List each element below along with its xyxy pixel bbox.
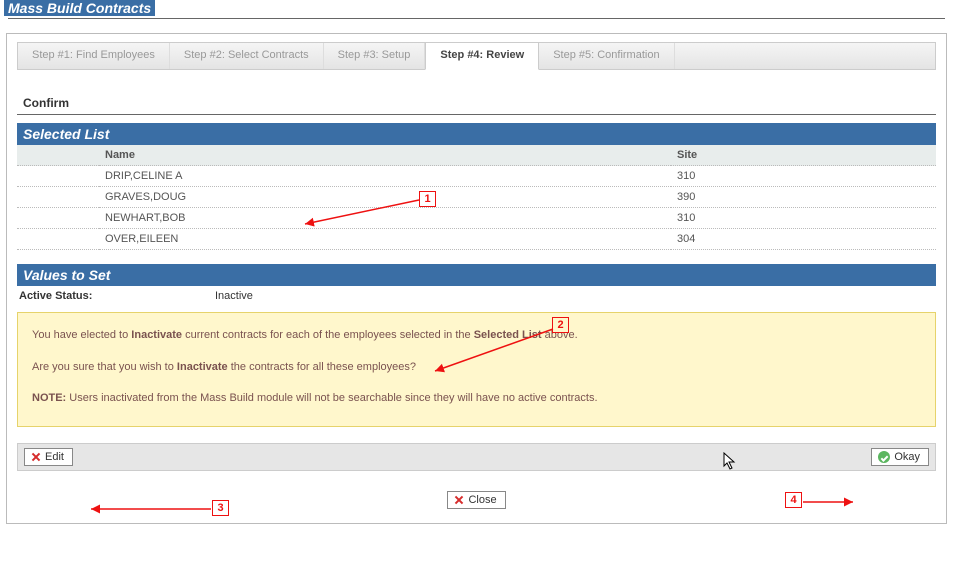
okay-button-label: Okay: [894, 451, 920, 463]
edit-button-label: Edit: [45, 451, 64, 463]
page-title: Mass Build Contracts: [4, 0, 155, 16]
edit-button[interactable]: Edit: [24, 448, 73, 466]
x-icon: [454, 495, 464, 505]
table-row: OVER,EILEEN 304: [17, 229, 936, 250]
cell-name: NEWHART,BOB: [99, 208, 671, 229]
tab-step3[interactable]: Step #3: Setup: [324, 43, 426, 69]
col-name: Name: [99, 145, 671, 166]
tab-step5[interactable]: Step #5: Confirmation: [539, 43, 674, 69]
close-bar: Close: [17, 491, 936, 509]
values-header: Values to Set: [17, 264, 936, 286]
warning-box: You have elected to Inactivate current c…: [17, 312, 936, 427]
cell-name: GRAVES,DOUG: [99, 187, 671, 208]
col-spacer: [17, 145, 99, 166]
active-status-row: Active Status: Inactive: [17, 290, 936, 302]
cell-site: 310: [671, 166, 936, 187]
confirm-heading: Confirm: [23, 96, 936, 110]
check-icon: [878, 451, 890, 463]
warning-line2: Are you sure that you wish to Inactivate…: [32, 359, 921, 377]
close-button[interactable]: Close: [447, 491, 505, 509]
wizard-tabs: Step #1: Find Employees Step #2: Select …: [17, 42, 936, 70]
warning-note: NOTE: Users inactivated from the Mass Bu…: [32, 390, 921, 408]
cell-name: OVER,EILEEN: [99, 229, 671, 250]
active-status-label: Active Status:: [17, 290, 215, 302]
table-row: GRAVES,DOUG 390: [17, 187, 936, 208]
okay-button[interactable]: Okay: [871, 448, 929, 466]
cell-site: 390: [671, 187, 936, 208]
selected-list-header: Selected List: [17, 123, 936, 145]
wizard-panel: Step #1: Find Employees Step #2: Select …: [6, 33, 947, 524]
cell-name: DRIP,CELINE A: [99, 166, 671, 187]
table-row: DRIP,CELINE A 310: [17, 166, 936, 187]
x-icon: [31, 452, 41, 462]
tab-step4[interactable]: Step #4: Review: [425, 42, 539, 70]
tab-step2[interactable]: Step #2: Select Contracts: [170, 43, 324, 69]
table-row: NEWHART,BOB 310: [17, 208, 936, 229]
active-status-value: Inactive: [215, 290, 253, 302]
tab-step1[interactable]: Step #1: Find Employees: [18, 43, 170, 69]
cell-site: 310: [671, 208, 936, 229]
cell-site: 304: [671, 229, 936, 250]
confirm-rule: [17, 114, 936, 115]
close-button-label: Close: [468, 494, 496, 506]
action-bar: Edit Okay: [17, 443, 936, 471]
warning-line1: You have elected to Inactivate current c…: [32, 327, 921, 345]
col-site: Site: [671, 145, 936, 166]
selected-list-table: Name Site DRIP,CELINE A 310 GRAVES,DOUG …: [17, 145, 936, 250]
title-rule: [8, 18, 945, 19]
